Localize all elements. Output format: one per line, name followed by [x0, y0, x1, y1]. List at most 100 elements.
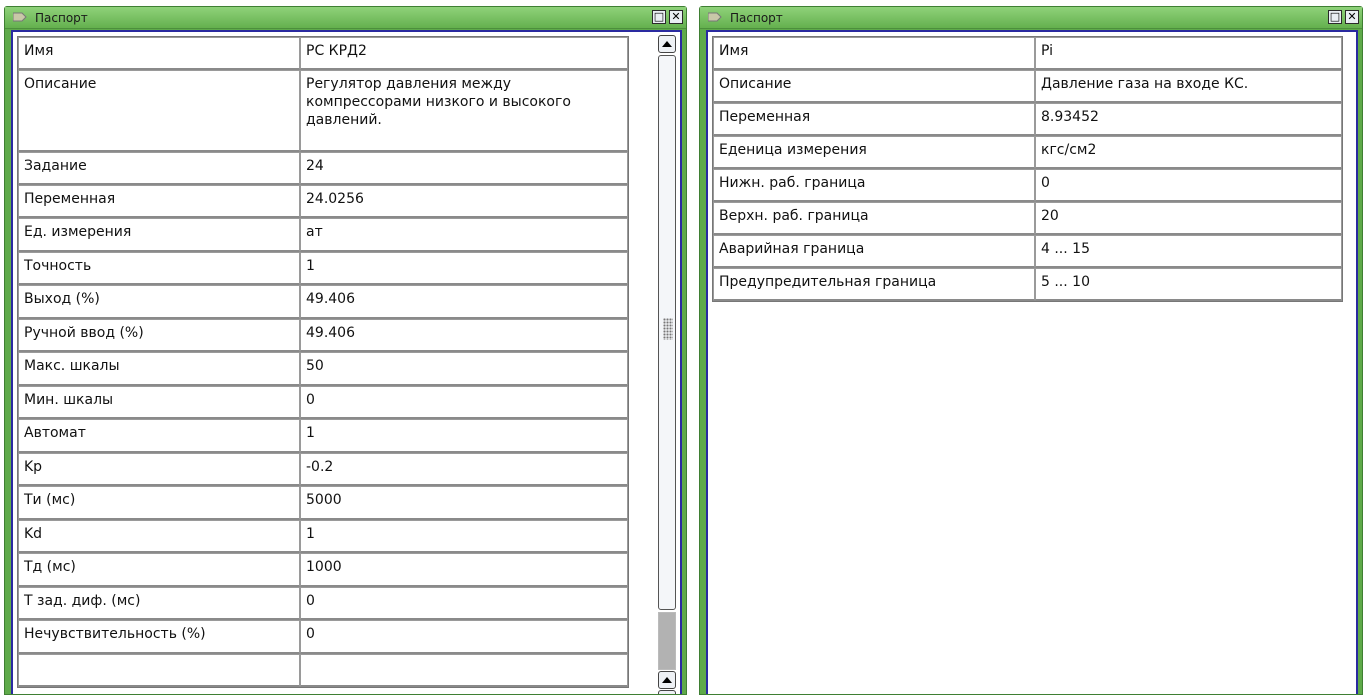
- row-key: Имя: [713, 37, 1035, 70]
- row-value[interactable]: 24.0256: [300, 185, 628, 218]
- grip-handle[interactable]: [663, 318, 673, 340]
- row-key: Описание: [18, 70, 300, 152]
- window-menu-icon[interactable]: [13, 12, 27, 22]
- row-key: Kp: [18, 453, 300, 486]
- maximize-button[interactable]: □: [652, 10, 666, 24]
- table-row[interactable]: Точность 1: [18, 252, 628, 285]
- table-row[interactable]: Автомат 1: [18, 419, 628, 453]
- close-button[interactable]: ✕: [1345, 10, 1359, 24]
- passport-table: Имя РС КРД2 Описание Регулятор давления …: [17, 36, 629, 688]
- row-value[interactable]: 0: [300, 587, 628, 620]
- window-title: Паспорт: [730, 11, 783, 25]
- row-key: Kd: [18, 520, 300, 553]
- table-row[interactable]: Предупредительная граница 5 ... 10: [713, 268, 1342, 301]
- row-value[interactable]: Давление газа на входе КС.: [1035, 70, 1342, 103]
- chevron-up-icon: [662, 41, 672, 47]
- row-value[interactable]: 5 ... 10: [1035, 268, 1342, 301]
- table-row[interactable]: Выход (%) 49.406: [18, 285, 628, 319]
- table-row[interactable]: Переменная 24.0256: [18, 185, 628, 218]
- table-row[interactable]: Верхн. раб. граница 20: [713, 202, 1342, 235]
- title-bar[interactable]: Паспорт □ ✕: [5, 7, 686, 29]
- row-value[interactable]: 50: [300, 352, 628, 386]
- scrollbar-thumb[interactable]: [658, 55, 676, 610]
- row-key: Автомат: [18, 419, 300, 453]
- table-row[interactable]: Kd 1: [18, 520, 628, 553]
- row-value[interactable]: -0.2: [300, 453, 628, 486]
- row-key: Имя: [18, 37, 300, 70]
- row-key: Т зад. диф. (мс): [18, 587, 300, 620]
- close-button[interactable]: ✕: [669, 10, 683, 24]
- row-key: Мин. шкалы: [18, 386, 300, 419]
- row-key: Макс. шкалы: [18, 352, 300, 386]
- table-row[interactable]: Переменная 8.93452: [713, 103, 1342, 136]
- table-row[interactable]: Имя Pi: [713, 37, 1342, 70]
- row-value[interactable]: Pi: [1035, 37, 1342, 70]
- table-row[interactable]: Имя РС КРД2: [18, 37, 628, 70]
- row-value[interactable]: 0: [300, 620, 628, 654]
- row-value[interactable]: 1: [300, 252, 628, 285]
- row-key: Еденица измерения: [713, 136, 1035, 169]
- row-key: Ти (мс): [18, 486, 300, 520]
- row-value[interactable]: [300, 654, 628, 687]
- chevron-up-icon: [662, 677, 672, 683]
- table-row[interactable]: Еденица измерения кгс/см2: [713, 136, 1342, 169]
- row-key: Выход (%): [18, 285, 300, 319]
- row-key: Тд (мс): [18, 553, 300, 587]
- table-row[interactable]: Описание Давление газа на входе КС.: [713, 70, 1342, 103]
- row-value[interactable]: 0: [300, 386, 628, 419]
- row-value[interactable]: 5000: [300, 486, 628, 520]
- row-value[interactable]: 1: [300, 520, 628, 553]
- passport-table: Имя Pi Описание Давление газа на входе К…: [712, 36, 1343, 302]
- row-key: Переменная: [18, 185, 300, 218]
- row-key: Ед. измерения: [18, 218, 300, 252]
- passport-window-right: Паспорт □ ✕ Имя Pi Описание Давление газ…: [699, 6, 1363, 695]
- row-value[interactable]: РС КРД2: [300, 37, 628, 70]
- window-title: Паспорт: [35, 11, 88, 25]
- table-row[interactable]: Т зад. диф. (мс) 0: [18, 587, 628, 620]
- row-value[interactable]: 49.406: [300, 285, 628, 319]
- title-bar[interactable]: Паспорт □ ✕: [700, 7, 1362, 29]
- chevron-down-icon: [659, 691, 675, 694]
- scroll-down-button[interactable]: [658, 690, 676, 694]
- table-row[interactable]: Мин. шкалы 0: [18, 386, 628, 419]
- row-value[interactable]: 4 ... 15: [1035, 235, 1342, 268]
- table-row[interactable]: Аварийная граница 4 ... 15: [713, 235, 1342, 268]
- row-key: Ручной ввод (%): [18, 319, 300, 352]
- row-key: Нижн. раб. граница: [713, 169, 1035, 202]
- table-row[interactable]: Нижн. раб. граница 0: [713, 169, 1342, 202]
- row-key: Верхн. раб. граница: [713, 202, 1035, 235]
- window-menu-icon[interactable]: [708, 12, 722, 22]
- row-value[interactable]: ат: [300, 218, 628, 252]
- passport-window-left: Паспорт □ ✕ Имя РС КРД2 Описание Регулят…: [4, 6, 687, 695]
- row-value[interactable]: 49.406: [300, 319, 628, 352]
- table-row[interactable]: Описание Регулятор давления между компре…: [18, 70, 628, 152]
- row-value[interactable]: Регулятор давления между компрессорами н…: [300, 70, 628, 152]
- table-row[interactable]: Ти (мс) 5000: [18, 486, 628, 520]
- row-key: Нечувствительность (%): [18, 620, 300, 654]
- table-row[interactable]: Нечувствительность (%) 0: [18, 620, 628, 654]
- scrollbar-track[interactable]: [658, 612, 676, 670]
- table-row[interactable]: Kp -0.2: [18, 453, 628, 486]
- row-key: Описание: [713, 70, 1035, 103]
- table-row[interactable]: [18, 654, 628, 687]
- row-value[interactable]: 1: [300, 419, 628, 453]
- table-row[interactable]: Ед. измерения ат: [18, 218, 628, 252]
- scroll-up-button[interactable]: [658, 35, 676, 53]
- row-value[interactable]: кгс/см2: [1035, 136, 1342, 169]
- table-row[interactable]: Задание 24: [18, 152, 628, 185]
- table-row[interactable]: Ручной ввод (%) 49.406: [18, 319, 628, 352]
- table-row[interactable]: Тд (мс) 1000: [18, 553, 628, 587]
- passport-content: Имя РС КРД2 Описание Регулятор давления …: [11, 30, 682, 694]
- row-value[interactable]: 8.93452: [1035, 103, 1342, 136]
- row-value[interactable]: 24: [300, 152, 628, 185]
- maximize-button[interactable]: □: [1328, 10, 1342, 24]
- row-key: Переменная: [713, 103, 1035, 136]
- scroll-up-button-bottom[interactable]: [658, 671, 676, 689]
- row-key: [18, 654, 300, 687]
- row-value[interactable]: 1000: [300, 553, 628, 587]
- table-row[interactable]: Макс. шкалы 50: [18, 352, 628, 386]
- row-value[interactable]: 20: [1035, 202, 1342, 235]
- vertical-scrollbar[interactable]: [656, 34, 678, 694]
- row-value[interactable]: 0: [1035, 169, 1342, 202]
- row-key: Аварийная граница: [713, 235, 1035, 268]
